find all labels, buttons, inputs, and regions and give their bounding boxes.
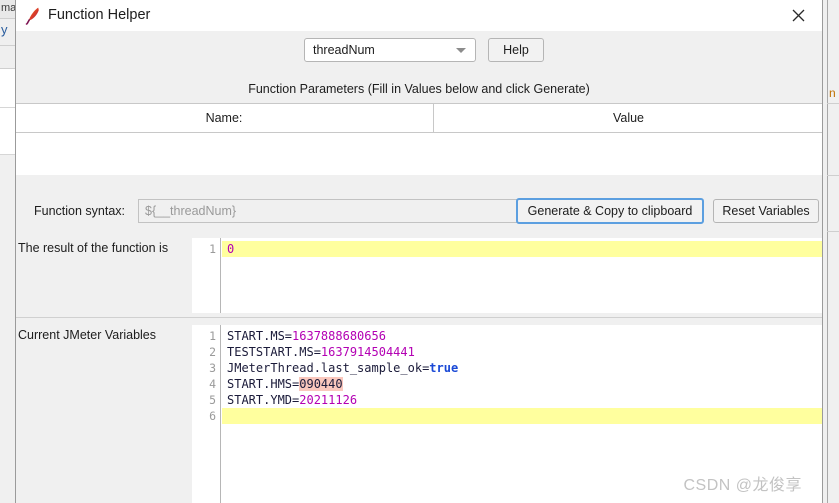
code-token: 0 [227,242,235,256]
code-line[interactable]: START.HMS=090440 [222,376,822,392]
help-button[interactable]: Help [488,38,544,62]
result-gutter: 1 [192,238,221,313]
line-number: 1 [209,242,216,256]
code-token: START.HMS= [227,377,300,391]
line-number: 5 [209,393,216,407]
code-token: true [429,361,459,375]
line-number: 1 [209,329,216,343]
function-parameters-title: Function Parameters (Fill in Values belo… [248,82,590,96]
function-syntax-field[interactable]: ${__threadNum} [138,199,530,223]
code-line[interactable] [222,408,822,424]
result-code[interactable]: 0 [222,238,822,313]
code-line[interactable]: 0 [222,241,822,257]
parameters-table: Name: Value [16,103,822,175]
variables-label: Current JMeter Variables [18,328,157,342]
chevron-down-icon [456,48,466,53]
jmeter-feather-icon [24,6,42,25]
background-fragment-right-1: n [829,86,836,100]
function-helper-dialog: Function Helper threadNum Help Function … [15,0,823,503]
background-app-right-strip: n [823,0,839,503]
line-number: 6 [209,409,216,423]
code-line[interactable]: START.MS=1637888680656 [222,328,822,344]
dialog-title-bar: Function Helper [16,0,822,31]
code-line[interactable]: START.YMD=20211126 [222,392,822,408]
function-select[interactable]: threadNum [304,38,476,62]
code-token: START.YMD= [227,393,300,407]
function-syntax-placeholder: ${__threadNum} [145,204,237,218]
code-token: 1637914504441 [320,345,415,359]
watermark: CSDN @龙俊享 [683,477,802,494]
code-token: TESTSTART.MS= [227,345,321,359]
function-syntax-label: Function syntax: [34,204,126,218]
line-number: 3 [209,361,216,375]
screen: ma y n Function Helper threadNum Help Fu… [0,0,839,503]
code-line[interactable]: TESTSTART.MS=1637914504441 [222,344,822,360]
code-token: 1637888680656 [292,329,386,343]
close-button[interactable] [776,0,822,31]
code-token: START.MS= [227,329,293,343]
background-fragment-left-2: y [1,22,8,37]
function-select-value: threadNum [313,43,375,57]
line-number: 4 [209,377,216,391]
dialog-title: Function Helper [48,7,151,23]
background-fragment-left-1: ma [1,2,15,14]
background-app-left-strip: ma y [0,0,15,503]
code-line[interactable]: JMeterThread.last_sample_ok=true [222,360,822,376]
column-header-name[interactable]: Name: [16,104,434,132]
reset-variables-button[interactable]: Reset Variables [713,199,819,223]
column-header-value[interactable]: Value [434,104,822,132]
function-result-editor[interactable]: 1 0 [192,238,822,313]
close-icon [792,9,805,22]
parameters-table-body[interactable] [16,133,822,175]
variables-gutter: 1 2 3 4 5 6 [192,325,221,503]
code-token: 090440 [299,377,343,391]
result-label: The result of the function is [18,241,169,255]
line-number: 2 [209,345,216,359]
parameters-table-header: Name: Value [16,104,822,133]
generate-copy-button[interactable]: Generate & Copy to clipboard [516,198,704,224]
code-token: JMeterThread.last_sample_ok= [227,361,430,375]
code-token: 20211126 [299,393,358,407]
